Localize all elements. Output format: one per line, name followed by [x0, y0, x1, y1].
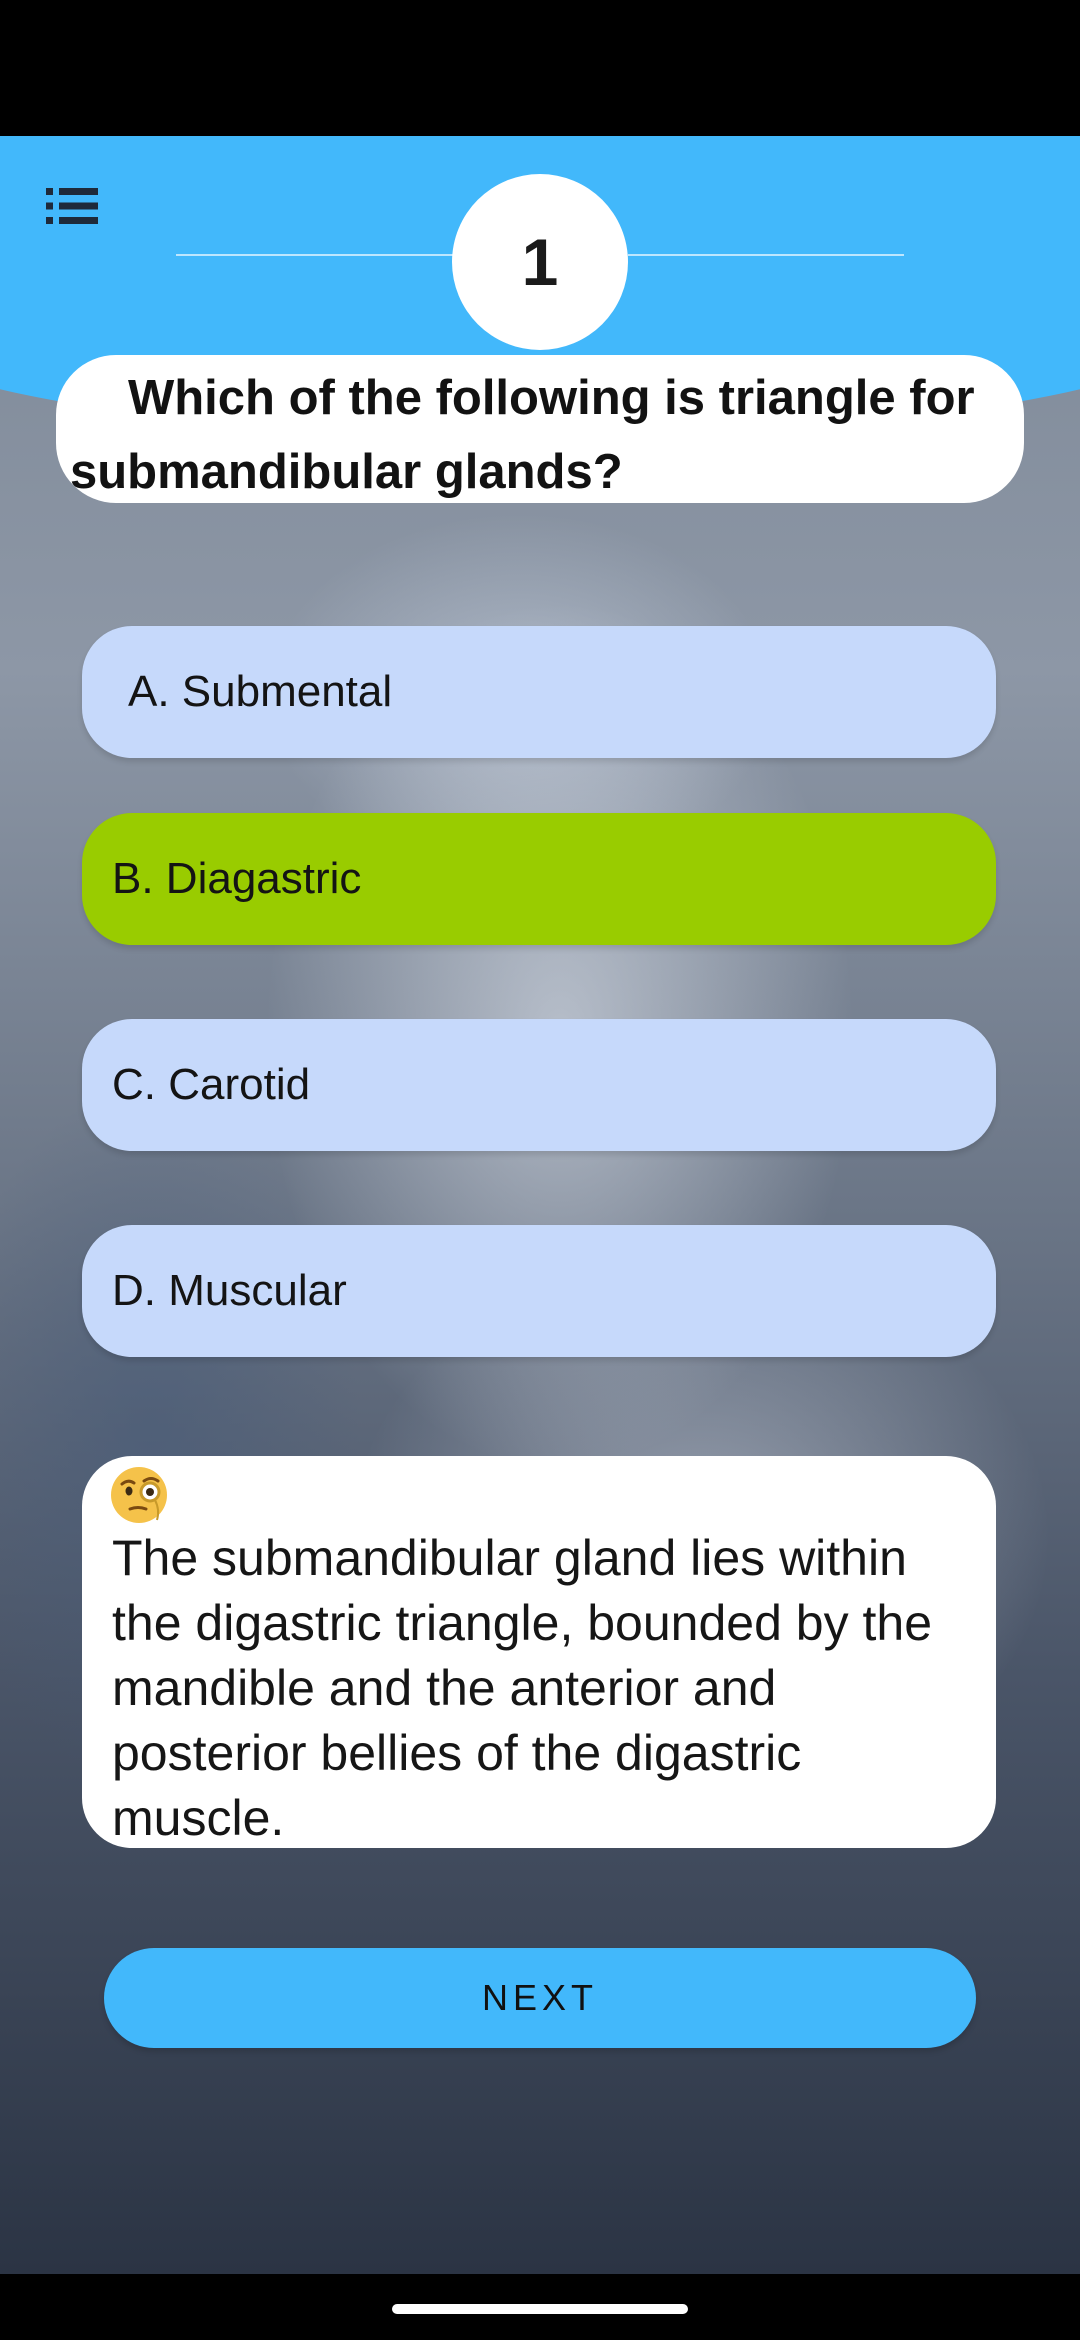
option-b-button[interactable]: B. Diagastric — [82, 813, 996, 945]
next-button[interactable]: NEXT — [104, 1948, 976, 2048]
header-divider-left — [176, 254, 456, 256]
navigation-bar — [0, 2274, 1080, 2340]
explanation-card: The submandibular gland lies within the … — [82, 1456, 996, 1848]
home-indicator[interactable] — [392, 2304, 688, 2314]
question-number: 1 — [452, 174, 628, 350]
quiz-screen: 1 Which of the following is triangle for… — [0, 136, 1080, 2274]
question-text: Which of the following is triangle for s… — [56, 355, 1024, 503]
status-bar — [0, 0, 1080, 136]
option-d-button[interactable]: D. Muscular — [82, 1225, 996, 1357]
list-menu-icon[interactable] — [44, 186, 100, 226]
monocle-face-emoji-icon — [108, 1464, 170, 1526]
option-a-button[interactable]: A. Submental — [82, 626, 996, 758]
header-divider-right — [628, 254, 904, 256]
explanation-text: The submandibular gland lies within the … — [112, 1530, 932, 1846]
option-c-button[interactable]: C. Carotid — [82, 1019, 996, 1151]
